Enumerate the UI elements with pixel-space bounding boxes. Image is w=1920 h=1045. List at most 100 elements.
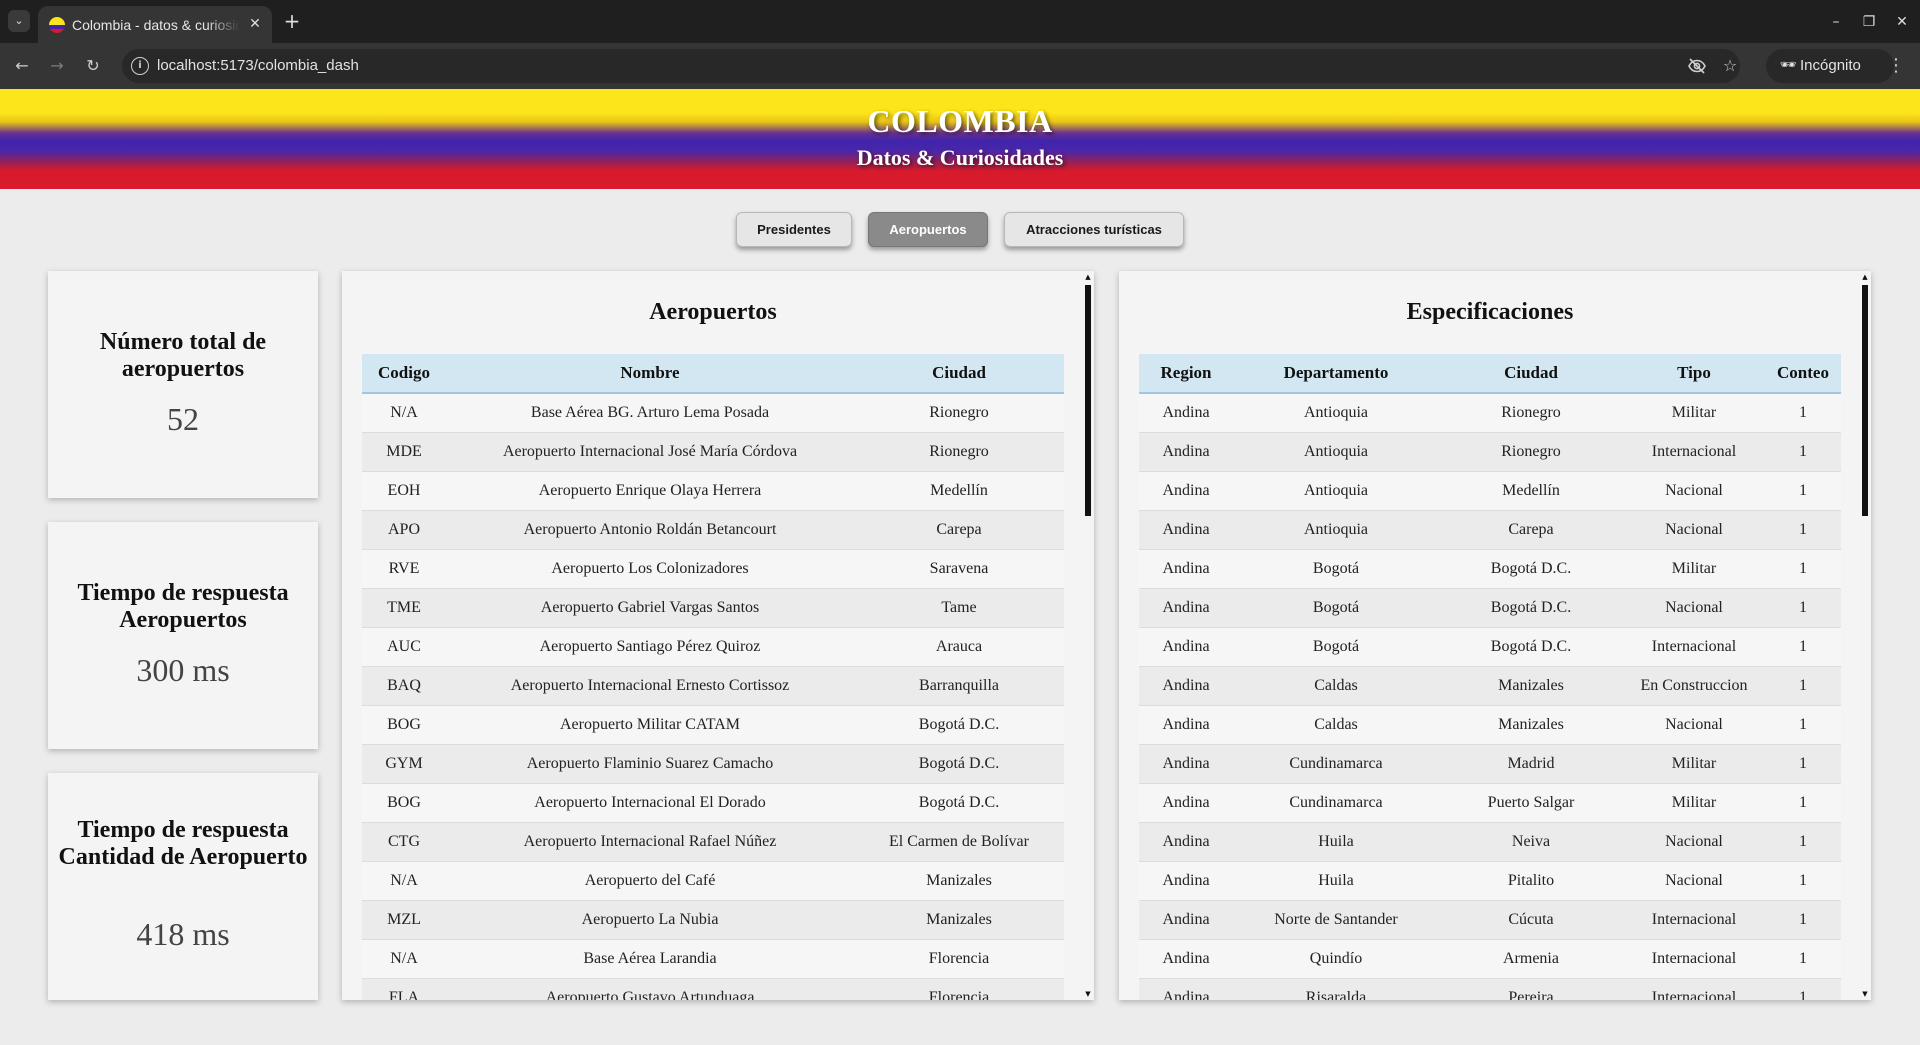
airports-panel[interactable]: Aeropuertos Codigo Nombre Ciudad N/A Base A… (342, 271, 1094, 1000)
airports-scrollbar[interactable]: ▲ ▼ (1082, 271, 1094, 1000)
cell-tipo: Nacional (1623, 510, 1765, 550)
cell-codigo: FLA (362, 978, 446, 1000)
incognito-label: Incógnito (1800, 57, 1861, 74)
cell-tipo: Nacional (1623, 861, 1765, 901)
table-row: Andina Bogotá Bogotá D.C. Nacional 1 (1139, 588, 1841, 628)
stat-title: Número total de aeropuertos (99, 329, 267, 382)
atracciones-turisticas-button[interactable]: Atracciones turísticas (1004, 212, 1184, 247)
cell-codigo: BAQ (362, 666, 446, 706)
scrollbar-thumb[interactable] (1085, 285, 1091, 516)
cell-region: Andina (1139, 978, 1233, 1000)
cell-ciudad: Armenia (1439, 939, 1623, 979)
cell-region: Andina (1139, 744, 1233, 784)
table-row: Andina Cundinamarca Madrid Militar 1 (1139, 744, 1841, 784)
eye-off-icon[interactable] (1686, 55, 1708, 77)
cell-ciudad: Cúcuta (1439, 900, 1623, 940)
cell-region: Andina (1139, 549, 1233, 589)
aeropuertos-button[interactable]: Aeropuertos (868, 212, 988, 247)
minimize-icon[interactable]: – (1824, 11, 1848, 33)
cell-tipo: Militar (1623, 549, 1765, 589)
site-info-icon[interactable]: i (131, 57, 149, 75)
reload-icon[interactable]: ↻ (81, 54, 105, 78)
scrollbar-thumb[interactable] (1862, 285, 1868, 516)
address-bar[interactable]: i localhost:5173/colombia_dash ☆ (122, 49, 1740, 83)
kebab-menu-icon[interactable]: ⋮ (1884, 54, 1908, 78)
incognito-badge[interactable]: 🕶 Incógnito (1766, 49, 1894, 83)
url-text[interactable]: localhost:5173/colombia_dash (157, 56, 359, 76)
table-row: Andina Quindío Armenia Internacional 1 (1139, 939, 1841, 979)
table-row: N/A Aeropuerto del Café Manizales (362, 861, 1064, 901)
table-row: Andina Risaralda Pereira Internacional 1 (1139, 978, 1841, 1000)
cell-nombre: Aeropuerto Enrique Olaya Herrera (446, 471, 854, 511)
back-icon[interactable]: ← (10, 54, 34, 78)
close-icon[interactable]: ✕ (246, 15, 264, 33)
specs-table: Region Departamento Ciudad Tipo Conteo Andin… (1139, 354, 1841, 1000)
table-row: BOG Aeropuerto Militar CATAM Bogotá D.C. (362, 705, 1064, 745)
cell-departamento: Norte de Santander (1233, 900, 1439, 940)
table-row: Andina Bogotá Bogotá D.C. Internacional 1 (1139, 627, 1841, 667)
cell-ciudad: Bogotá D.C. (1439, 627, 1623, 667)
cell-ciudad: Tame (854, 588, 1064, 628)
cell-nombre: Aeropuerto Los Colonizadores (446, 549, 854, 589)
browser-tab-bar: ⌄ Colombia - datos & curiosidades ✕ + – … (0, 0, 1920, 43)
cell-codigo: BOG (362, 783, 446, 823)
scroll-up-icon[interactable]: ▲ (1082, 271, 1094, 283)
cell-region: Andina (1139, 393, 1233, 433)
column-header-nombre: Nombre (446, 354, 854, 394)
cell-ciudad: Bogotá D.C. (854, 705, 1064, 745)
new-tab-icon[interactable]: + (281, 10, 303, 32)
cell-tipo: Internacional (1623, 432, 1765, 472)
table-row: Andina Bogotá Bogotá D.C. Militar 1 (1139, 549, 1841, 589)
airports-table: Codigo Nombre Ciudad N/A Base Aérea BG. Art… (362, 354, 1064, 1000)
cell-conteo: 1 (1765, 432, 1841, 472)
cell-ciudad: Neiva (1439, 822, 1623, 862)
table-row: Andina Antioquia Medellín Nacional 1 (1139, 471, 1841, 511)
scroll-down-icon[interactable]: ▼ (1859, 988, 1871, 1000)
presidentes-button[interactable]: Presidentes (736, 212, 852, 247)
forward-icon[interactable]: → (45, 54, 69, 78)
cell-ciudad: Bogotá D.C. (1439, 549, 1623, 589)
table-row: MDE Aeropuerto Internacional José María C… (362, 432, 1064, 472)
cell-ciudad: Saravena (854, 549, 1064, 589)
cell-ciudad: Carepa (1439, 510, 1623, 550)
cell-nombre: Aeropuerto Internacional El Dorado (446, 783, 854, 823)
cell-departamento: Bogotá (1233, 627, 1439, 667)
cell-departamento: Antioquia (1233, 432, 1439, 472)
column-header-ciudad: Ciudad (854, 354, 1064, 394)
cell-ciudad: Arauca (854, 627, 1064, 667)
stat-card-total-airports: Número total de aeropuertos 52 (48, 271, 318, 498)
specs-panel[interactable]: Especificaciones Region Departamento Ciuda… (1119, 271, 1871, 1000)
cell-nombre: Aeropuerto Flaminio Suarez Camacho (446, 744, 854, 784)
cell-region: Andina (1139, 705, 1233, 745)
column-header-ciudad: Ciudad (1439, 354, 1623, 394)
cell-nombre: Aeropuerto La Nubia (446, 900, 854, 940)
cell-tipo: Militar (1623, 744, 1765, 784)
table-row: AUC Aeropuerto Santiago Pérez Quiroz Arauc… (362, 627, 1064, 667)
table-row: EOH Aeropuerto Enrique Olaya Herrera Medel… (362, 471, 1064, 511)
specs-scrollbar[interactable]: ▲ ▼ (1859, 271, 1871, 1000)
scroll-up-icon[interactable]: ▲ (1859, 271, 1871, 283)
star-icon[interactable]: ☆ (1719, 55, 1741, 77)
cell-codigo: APO (362, 510, 446, 550)
cell-tipo: Nacional (1623, 705, 1765, 745)
page-subtitle: Datos & Curiosidades (856, 145, 1064, 170)
cell-tipo: Nacional (1623, 588, 1765, 628)
maximize-icon[interactable]: ❐ (1857, 11, 1881, 33)
scroll-down-icon[interactable]: ▼ (1082, 988, 1094, 1000)
stat-title: Tiempo de respuesta Cantidad de Aeropuer… (58, 817, 308, 870)
tab-list-icon[interactable]: ⌄ (8, 10, 30, 32)
window-close-icon[interactable]: ✕ (1890, 11, 1914, 33)
cell-nombre: Aeropuerto Antonio Roldán Betancourt (446, 510, 854, 550)
cell-ciudad: Puerto Salgar (1439, 783, 1623, 823)
cell-nombre: Base Aérea BG. Arturo Lema Posada (446, 393, 854, 433)
specs-title: Especificaciones (1406, 299, 1574, 325)
cell-departamento: Huila (1233, 822, 1439, 862)
cell-conteo: 1 (1765, 588, 1841, 628)
cell-departamento: Cundinamarca (1233, 744, 1439, 784)
cell-conteo: 1 (1765, 471, 1841, 511)
column-header-tipo: Tipo (1623, 354, 1765, 394)
cell-tipo: Internacional (1623, 939, 1765, 979)
cell-ciudad: Bogotá D.C. (854, 744, 1064, 784)
browser-tab[interactable]: Colombia - datos & curiosidades ✕ (38, 6, 272, 43)
cell-conteo: 1 (1765, 627, 1841, 667)
